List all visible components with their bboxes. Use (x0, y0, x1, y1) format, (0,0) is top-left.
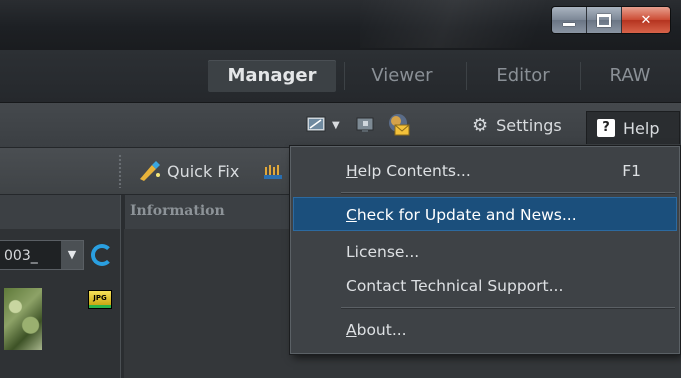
mnemonic-h: H (346, 162, 358, 180)
window-title-bar[interactable]: ✕ (0, 0, 681, 50)
chevron-down-icon[interactable]: ▼ (61, 241, 83, 269)
gear-icon: ⚙ (472, 114, 489, 136)
close-button[interactable]: ✕ (622, 7, 670, 33)
folder-combo-value: 003_ (4, 248, 38, 264)
update-envelope-icon (389, 114, 410, 136)
menu-item-about[interactable]: About... (293, 313, 677, 347)
minimize-icon (563, 22, 575, 26)
contact-support-label: Contact Technical Support... (346, 277, 564, 295)
help-contents-rest: elp Contents... (357, 162, 471, 180)
jpg-badge-icon: JPG (88, 290, 112, 309)
maximize-button[interactable] (587, 7, 622, 33)
settings-button[interactable]: ⚙ Settings (472, 103, 562, 147)
quick-fix-icon (140, 161, 160, 181)
main-toolbar: ▼ ⚙ Settings ? Help (0, 103, 681, 148)
dual-monitor-button[interactable] (355, 103, 377, 147)
tab-divider (580, 62, 581, 90)
check-update-rest: heck for Update and News... (356, 206, 577, 224)
refresh-icon[interactable] (91, 244, 113, 266)
license-label: License... (346, 243, 420, 261)
image-thumbnail[interactable] (4, 288, 42, 350)
chevron-down-icon: ▼ (332, 119, 340, 131)
monitor-icon (306, 116, 326, 132)
tab-raw[interactable]: RAW (594, 60, 666, 92)
tab-divider (466, 62, 467, 90)
quick-fix-label: Quick Fix (167, 161, 240, 181)
settings-label: Settings (496, 115, 562, 135)
batch-icon (264, 165, 282, 179)
help-button[interactable]: ? Help (586, 111, 680, 144)
menu-item-contact-support[interactable]: Contact Technical Support... (293, 269, 677, 303)
tab-manager[interactable]: Manager (208, 60, 336, 92)
help-contents-label: Help Contents... (346, 154, 471, 188)
minimize-button[interactable] (552, 7, 587, 33)
batch-button[interactable] (262, 148, 284, 194)
title-bar-glass (360, 0, 580, 48)
tab-divider (344, 62, 345, 90)
menu-item-help-contents[interactable]: Help Contents... F1 (293, 154, 677, 188)
window-controls: ✕ (551, 6, 671, 34)
help-dropdown-menu: Help Contents... F1 Check for Update and… (290, 146, 680, 354)
quick-fix-button[interactable]: Quick Fix (138, 148, 239, 194)
check-update-label: Check for Update and News... (346, 198, 577, 232)
folder-combo[interactable]: 003_ ▼ (0, 240, 84, 270)
help-button-content: ? Help (597, 112, 659, 144)
mnemonic-c: C (346, 206, 357, 224)
information-panel-title: Information (130, 203, 225, 219)
help-label: Help (623, 118, 660, 138)
maximize-icon (597, 13, 611, 27)
menu-item-check-for-update[interactable]: Check for Update and News... (293, 197, 677, 231)
about-rest: bout... (356, 321, 407, 339)
menu-separator (341, 192, 675, 194)
about-label: About... (346, 313, 407, 347)
toolbar-grip[interactable] (118, 154, 123, 188)
tab-viewer[interactable]: Viewer (356, 60, 448, 92)
display-mode-button[interactable]: ▼ (306, 103, 340, 147)
menu-separator (341, 307, 675, 309)
close-icon: ✕ (640, 12, 652, 28)
update-button[interactable] (386, 103, 412, 147)
dual-monitor-icon (356, 117, 374, 132)
menu-item-license[interactable]: License... (293, 235, 677, 269)
help-icon: ? (597, 119, 615, 137)
mode-tab-bar: Manager Viewer Editor RAW (0, 50, 681, 103)
help-contents-shortcut: F1 (622, 162, 641, 180)
tab-editor[interactable]: Editor (480, 60, 566, 92)
mnemonic-a: A (346, 321, 357, 339)
